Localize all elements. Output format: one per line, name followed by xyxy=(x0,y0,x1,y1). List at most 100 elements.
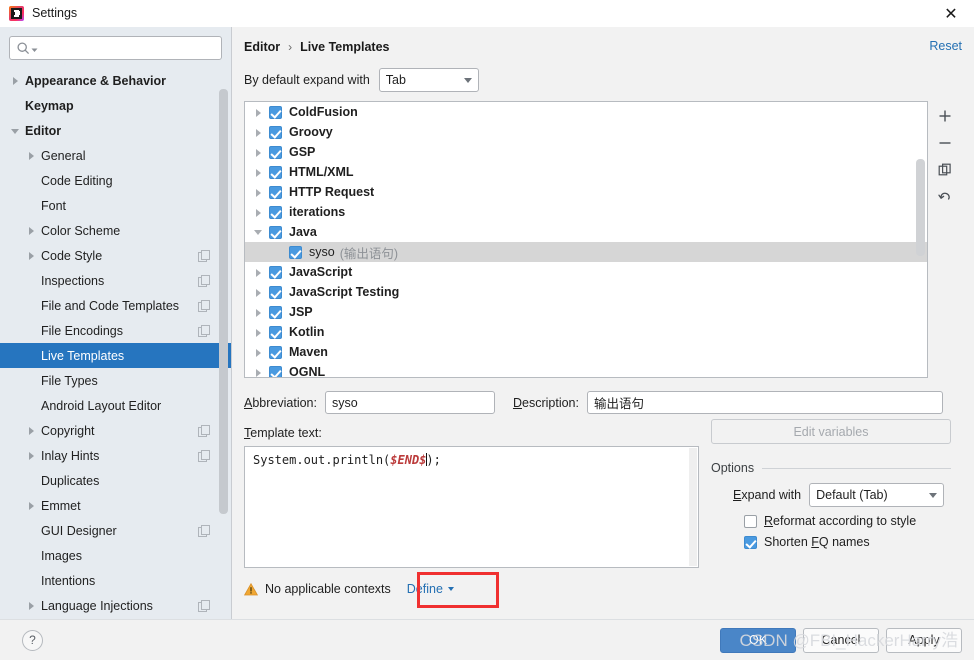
chevron-right-icon[interactable] xyxy=(253,106,265,118)
shorten-fq-checkbox-row[interactable]: Shorten FQ names xyxy=(711,535,951,549)
chevron-right-icon[interactable] xyxy=(253,126,265,138)
template-group-row[interactable]: ColdFusion xyxy=(245,102,927,122)
sidebar-item-duplicates[interactable]: Duplicates xyxy=(0,468,231,493)
ok-button[interactable]: OK xyxy=(720,627,796,653)
template-group-row[interactable]: iterations xyxy=(245,202,927,222)
template-group-row[interactable]: Groovy xyxy=(245,122,927,142)
chevron-down-icon[interactable] xyxy=(10,125,22,137)
chevron-right-icon[interactable] xyxy=(26,450,38,462)
chevron-right-icon[interactable] xyxy=(253,146,265,158)
edit-variables-button[interactable]: Edit variables xyxy=(711,419,951,444)
chevron-right-icon[interactable] xyxy=(26,250,38,262)
shorten-fq-checkbox[interactable] xyxy=(744,535,757,549)
chevron-right-icon[interactable] xyxy=(253,306,265,318)
chevron-right-icon[interactable] xyxy=(253,326,265,338)
restore-defaults-button[interactable] xyxy=(933,185,957,209)
reformat-checkbox[interactable] xyxy=(744,514,757,528)
question-mark-icon[interactable]: ? xyxy=(22,629,43,651)
template-checkbox[interactable] xyxy=(269,365,282,377)
template-checkbox[interactable] xyxy=(269,185,282,199)
chevron-right-icon[interactable] xyxy=(26,150,38,162)
template-group-row[interactable]: Kotlin xyxy=(245,322,927,342)
sidebar-scrollbar-thumb[interactable] xyxy=(219,89,228,514)
chevron-down-icon[interactable] xyxy=(253,226,265,238)
sidebar-item-keymap[interactable]: Keymap xyxy=(0,93,231,118)
sidebar-item-appearance-behavior[interactable]: Appearance & Behavior xyxy=(0,68,231,93)
sidebar-item-language-injections[interactable]: Language Injections xyxy=(0,593,231,618)
template-checkbox[interactable] xyxy=(269,285,282,299)
sidebar-item-general[interactable]: General xyxy=(0,143,231,168)
define-contexts-link[interactable]: Define xyxy=(401,580,460,598)
chevron-right-icon[interactable] xyxy=(253,346,265,358)
templates-list[interactable]: ColdFusion Groovy GSP HTML/XML HTTP Request i… xyxy=(244,101,928,378)
template-checkbox[interactable] xyxy=(269,325,282,339)
template-checkbox[interactable] xyxy=(269,225,282,239)
template-checkbox[interactable] xyxy=(269,205,282,219)
template-text-editor[interactable]: System.out.println($END$); xyxy=(244,446,699,568)
template-group-row[interactable]: Java xyxy=(245,222,927,242)
chevron-right-icon[interactable] xyxy=(253,186,265,198)
sidebar-item-intentions[interactable]: Intentions xyxy=(0,568,231,593)
template-group-row[interactable]: GSP xyxy=(245,142,927,162)
template-group-row[interactable]: JavaScript Testing xyxy=(245,282,927,302)
chevron-right-icon[interactable] xyxy=(10,75,22,87)
sidebar-item-android-layout-editor[interactable]: Android Layout Editor xyxy=(0,393,231,418)
template-checkbox[interactable] xyxy=(269,125,282,139)
templates-list-scrollbar-thumb[interactable] xyxy=(916,159,925,256)
breadcrumb-parent[interactable]: Editor xyxy=(244,40,280,54)
template-checkbox[interactable] xyxy=(289,245,302,259)
chevron-right-icon[interactable] xyxy=(26,500,38,512)
sidebar-item-gui-designer[interactable]: GUI Designer xyxy=(0,518,231,543)
sidebar-scrollbar[interactable] xyxy=(219,89,228,569)
chevron-right-icon[interactable] xyxy=(253,286,265,298)
sidebar-item-file-types[interactable]: File Types xyxy=(0,368,231,393)
chevron-right-icon[interactable] xyxy=(26,225,38,237)
chevron-right-icon[interactable] xyxy=(26,425,38,437)
default-expand-dropdown[interactable]: Tab xyxy=(378,68,479,92)
duplicate-template-button[interactable] xyxy=(933,158,957,182)
chevron-right-icon[interactable] xyxy=(253,166,265,178)
sidebar-item-code-style[interactable]: Code Style xyxy=(0,243,231,268)
remove-template-button[interactable] xyxy=(933,131,957,155)
chevron-right-icon[interactable] xyxy=(26,600,38,612)
template-group-row[interactable]: JSP xyxy=(245,302,927,322)
sidebar-item-inspections[interactable]: Inspections xyxy=(0,268,231,293)
add-template-button[interactable] xyxy=(933,104,957,128)
template-group-row[interactable]: Maven xyxy=(245,342,927,362)
template-group-row[interactable]: OGNL xyxy=(245,362,927,377)
search-input[interactable] xyxy=(41,40,221,56)
sidebar-item-font[interactable]: Font xyxy=(0,193,231,218)
template-checkbox[interactable] xyxy=(269,165,282,179)
description-input[interactable]: 输出语句 xyxy=(586,391,943,414)
sidebar-item-emmet[interactable]: Emmet xyxy=(0,493,231,518)
template-checkbox[interactable] xyxy=(269,145,282,159)
apply-button[interactable]: Apply xyxy=(886,627,962,653)
cancel-button[interactable]: Cancel xyxy=(803,627,879,653)
expand-with-dropdown[interactable]: Default (Tab) xyxy=(809,483,945,507)
close-icon[interactable]: ✕ xyxy=(928,0,974,27)
sidebar-item-copyright[interactable]: Copyright xyxy=(0,418,231,443)
sidebar-item-color-scheme[interactable]: Color Scheme xyxy=(0,218,231,243)
sidebar-item-file-encodings[interactable]: File Encodings xyxy=(0,318,231,343)
reformat-checkbox-row[interactable]: Reformat according to style xyxy=(711,514,951,528)
template-group-row[interactable]: JavaScript xyxy=(245,262,927,282)
sidebar-item-code-editing[interactable]: Code Editing xyxy=(0,168,231,193)
abbreviation-input[interactable]: syso xyxy=(324,391,495,414)
chevron-right-icon[interactable] xyxy=(253,266,265,278)
sidebar-item-live-templates[interactable]: Live Templates xyxy=(0,343,231,368)
template-checkbox[interactable] xyxy=(269,105,282,119)
sidebar-item-images[interactable]: Images xyxy=(0,543,231,568)
template-checkbox[interactable] xyxy=(269,265,282,279)
chevron-right-icon[interactable] xyxy=(253,366,265,377)
template-group-row[interactable]: HTTP Request xyxy=(245,182,927,202)
reset-link[interactable]: Reset xyxy=(929,39,962,53)
template-editor-scrollbar[interactable] xyxy=(689,448,697,566)
template-group-row[interactable]: syso (输出语句) xyxy=(245,242,927,262)
sidebar-item-file-and-code-templates[interactable]: File and Code Templates xyxy=(0,293,231,318)
sidebar-item-inlay-hints[interactable]: Inlay Hints xyxy=(0,443,231,468)
template-group-row[interactable]: HTML/XML xyxy=(245,162,927,182)
sidebar-item-editor[interactable]: Editor xyxy=(0,118,231,143)
template-checkbox[interactable] xyxy=(269,345,282,359)
template-checkbox[interactable] xyxy=(269,305,282,319)
chevron-right-icon[interactable] xyxy=(253,206,265,218)
